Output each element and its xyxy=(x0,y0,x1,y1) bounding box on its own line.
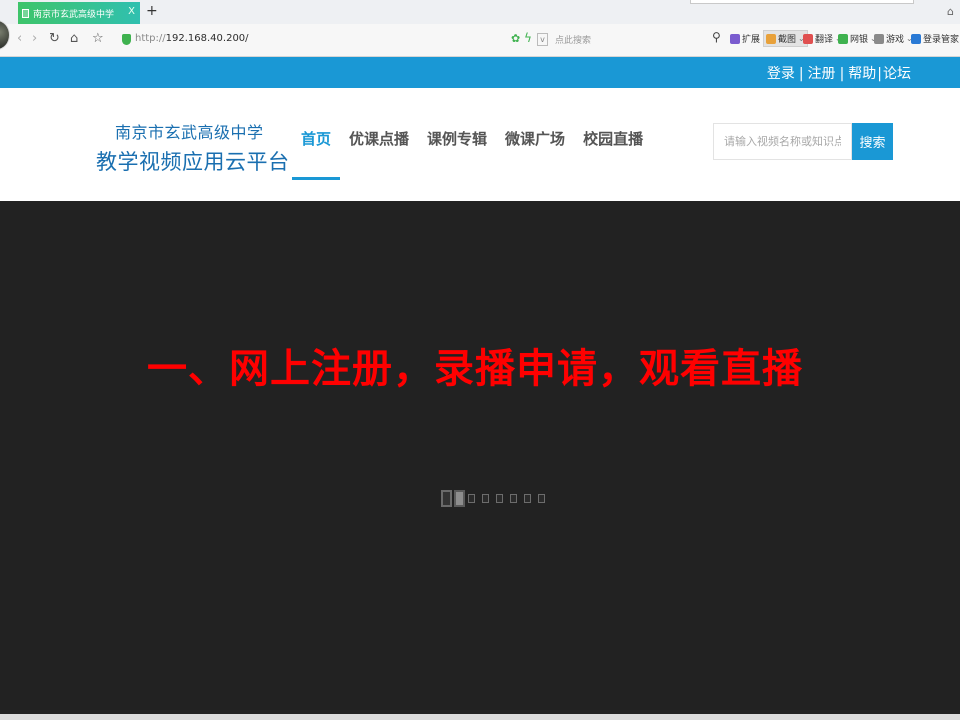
slide-dot[interactable] xyxy=(441,490,452,507)
bank-shield-icon xyxy=(838,33,848,44)
slide-caption: 一、网上注册，录播申请，观看直播 xyxy=(147,346,803,392)
search-icon[interactable]: ⚲ xyxy=(712,30,721,44)
toolbar-item-label: 翻译 xyxy=(815,35,834,45)
search-button[interactable]: 搜索 xyxy=(852,123,893,160)
register-link[interactable]: 注册 xyxy=(808,66,836,82)
reload-icon[interactable]: ↻ xyxy=(49,31,60,47)
nav-item-micro-lessons[interactable]: 微课广场 xyxy=(496,88,574,201)
game-icon xyxy=(874,33,884,44)
browser-search-input[interactable]: 点此搜索 xyxy=(555,33,591,46)
puzzle-icon xyxy=(730,33,740,44)
url-field[interactable]: http://192.168.40.200/ xyxy=(135,33,249,44)
nav-item-home[interactable]: 首页 xyxy=(292,88,341,201)
toolbar-item-scissors[interactable]: 截图 ⌄ xyxy=(763,30,808,47)
site-header: 南京市玄武高级中学 教学视频应用云平台 首页 优课点播 课例专辑 微课广场 校园… xyxy=(0,88,960,201)
tab-close-button[interactable]: X xyxy=(128,6,135,17)
logo-platform-name[interactable]: 教学视频应用云平台 xyxy=(96,146,290,176)
toolbar-item-bank-shield[interactable]: 网银⌄ xyxy=(838,32,877,45)
search-input[interactable] xyxy=(713,123,852,160)
page-icon xyxy=(22,8,29,18)
browser-tab[interactable]: 南京市玄武高级中学 X xyxy=(18,2,140,24)
home-icon[interactable]: ⌂ xyxy=(70,31,78,47)
slide-dot[interactable] xyxy=(482,494,489,503)
toolbar-item-label: 登录管家 xyxy=(923,35,960,45)
tab-title: 南京市玄武高级中学 xyxy=(33,9,115,20)
slide-indicators xyxy=(441,490,552,507)
slide-dot[interactable] xyxy=(454,490,465,507)
toolbar-item-label: 截图 xyxy=(778,35,797,45)
help-link[interactable]: 帮助 xyxy=(848,66,876,82)
site-top-bar: 登录 | 注册 | 帮助|论坛 xyxy=(0,57,960,88)
nav-item-lesson-albums[interactable]: 课例专辑 xyxy=(418,88,496,201)
forward-icon[interactable]: › xyxy=(32,31,37,47)
slide-dot[interactable] xyxy=(510,494,517,503)
security-shield-icon xyxy=(122,34,131,45)
toolbar-item-translate[interactable]: 翻译⌄ xyxy=(803,32,842,45)
browser-tab-strip: 南京市玄武高级中学 X + ⌂ xyxy=(0,0,960,24)
slide-dot[interactable] xyxy=(538,494,545,503)
main-nav: 首页 优课点播 课例专辑 微课广场 校园直播 xyxy=(292,88,652,201)
skin-icon[interactable]: ⌂ xyxy=(947,5,954,18)
banner-slideshow: 一、网上注册，录播申请，观看直播 xyxy=(0,201,960,714)
toolbar-item-label: 扩展 xyxy=(742,35,761,45)
account-links: 登录 | 注册 | 帮助|论坛 xyxy=(766,66,911,82)
bookmark-star-icon[interactable]: ☆ xyxy=(92,31,104,47)
translate-icon xyxy=(803,33,813,44)
back-icon[interactable]: ‹ xyxy=(17,31,22,47)
slide-dot[interactable] xyxy=(468,494,475,503)
address-bar: ‹ › ↻ ⌂ ☆ http://192.168.40.200/ ✿ ϟ v 点… xyxy=(0,24,960,57)
toolbar-item-label: 网银 xyxy=(850,35,869,45)
slide-dot[interactable] xyxy=(496,494,503,503)
slide-dot[interactable] xyxy=(524,494,531,503)
scissors-icon xyxy=(766,33,776,44)
forum-link[interactable]: 论坛 xyxy=(883,66,911,82)
nav-item-on-demand[interactable]: 优课点播 xyxy=(340,88,418,201)
toolbar-item-game[interactable]: 游戏 ⌄ xyxy=(874,32,913,45)
speed-mode-icon[interactable]: ϟ xyxy=(524,31,532,45)
toolbar-item-label: 游戏 xyxy=(886,35,905,45)
dropdown-chevron-icon[interactable]: v xyxy=(537,33,548,46)
nav-item-campus-live[interactable]: 校园直播 xyxy=(574,88,652,201)
toolbar-item-key[interactable]: 登录管家 xyxy=(911,32,959,45)
popup-edge xyxy=(690,0,914,4)
compat-mode-icon[interactable]: ✿ xyxy=(511,32,520,45)
logo-school-name[interactable]: 南京市玄武高级中学 xyxy=(115,119,264,143)
page-bottom-strip xyxy=(0,714,960,720)
key-icon xyxy=(911,33,921,44)
login-link[interactable]: 登录 xyxy=(767,66,795,82)
new-tab-button[interactable]: + xyxy=(146,3,158,19)
